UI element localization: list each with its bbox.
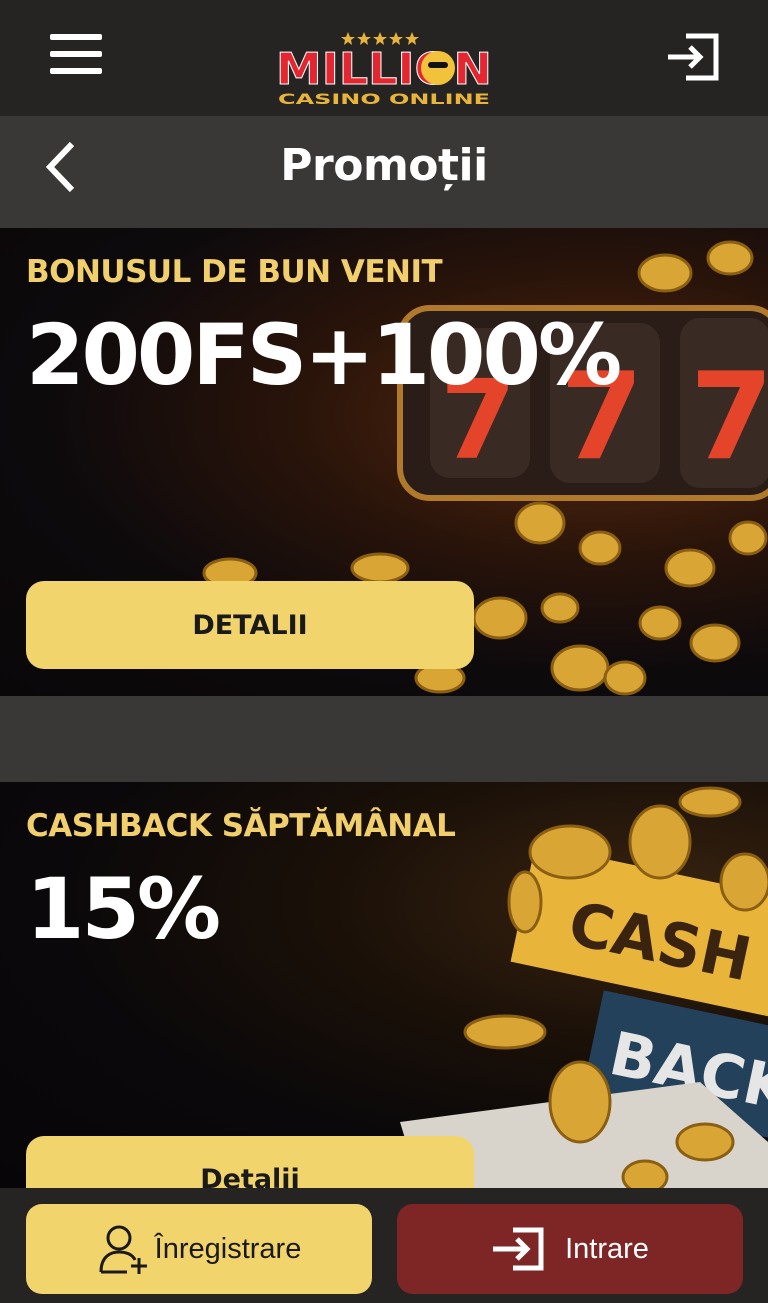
login-button[interactable]: Intrare — [397, 1204, 743, 1294]
user-add-icon — [99, 1225, 147, 1274]
details-button[interactable]: Detalii — [26, 1136, 474, 1188]
register-button[interactable]: Înregistrare — [26, 1204, 372, 1294]
promo-card-cashback: CASH BACK CASHBACK SĂPTĂMÂNAL 15% Detali… — [0, 782, 768, 1188]
promo-label: BONUSUL DE BUN VENIT — [26, 254, 443, 290]
details-button[interactable]: DETALII — [26, 581, 474, 669]
login-label: Intrare — [565, 1232, 649, 1265]
promo-value: 15% — [26, 860, 221, 958]
login-icon[interactable] — [664, 32, 720, 82]
page-title: Promoții — [280, 140, 488, 191]
register-label: Înregistrare — [154, 1232, 302, 1265]
logo-text: MILLION — [276, 44, 492, 95]
enter-icon — [493, 1227, 544, 1271]
casino-logo[interactable]: MILLION CASINO ONLINE — [274, 28, 496, 108]
promo-card-welcome-bonus: 7 7 7 BONUSUL DE BUN VENIT 200FS+100% DE… — [0, 228, 768, 696]
promo-value: 200FS+100% — [26, 306, 622, 404]
menu-icon[interactable] — [50, 34, 104, 80]
promo-label: CASHBACK SĂPTĂMÂNAL — [26, 808, 456, 844]
logo-subtext: CASINO ONLINE — [278, 92, 490, 108]
svg-text:7: 7 — [690, 348, 768, 487]
